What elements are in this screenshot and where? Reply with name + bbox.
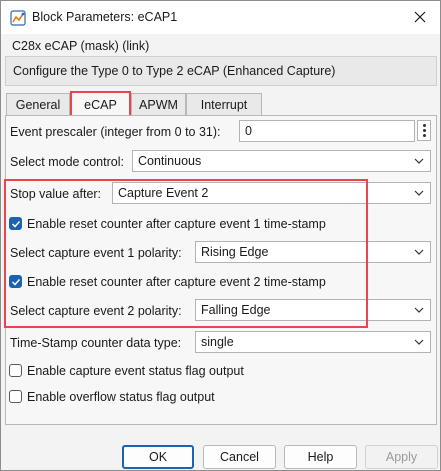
event-prescaler-label: Event prescaler (integer from 0 to 31):: [10, 125, 221, 139]
mask-description: Configure the Type 0 to Type 2 eCAP (Enh…: [13, 64, 336, 78]
mode-control-label: Select mode control:: [10, 155, 124, 169]
help-button[interactable]: Help: [284, 445, 357, 469]
description-box: Configure the Type 0 to Type 2 eCAP (Enh…: [5, 56, 437, 86]
ok-label: OK: [148, 450, 168, 464]
reset-counter-2-label: Enable reset counter after capture event…: [27, 275, 326, 289]
chevron-down-icon: [414, 249, 424, 255]
timestamp-type-label: Time-Stamp counter data type:: [10, 336, 182, 350]
apply-button[interactable]: Apply: [365, 445, 438, 469]
polarity-2-value: Falling Edge: [201, 303, 271, 317]
timestamp-type-dropdown[interactable]: single: [195, 331, 431, 353]
chevron-down-icon: [414, 190, 424, 196]
mask-title: C28x eCAP (mask) (link): [12, 39, 150, 53]
close-button[interactable]: [402, 3, 438, 31]
ok-button[interactable]: OK: [122, 445, 194, 469]
tab-label: eCAP: [84, 97, 117, 112]
polarity-2-label: Select capture event 2 polarity:: [10, 304, 182, 318]
stop-value-value: Capture Event 2: [118, 186, 209, 200]
stop-value-label: Stop value after:: [10, 187, 102, 201]
tab-ecap[interactable]: eCAP: [70, 91, 131, 116]
tab-label: General: [15, 98, 61, 112]
cancel-button[interactable]: Cancel: [203, 445, 276, 469]
polarity-1-value: Rising Edge: [201, 245, 269, 259]
status-flag-checkbox[interactable]: [9, 364, 22, 377]
status-flag-label: Enable capture event status flag output: [27, 364, 244, 378]
mode-control-dropdown[interactable]: Continuous: [132, 150, 431, 172]
polarity-1-label: Select capture event 1 polarity:: [10, 246, 182, 260]
close-icon: [414, 11, 426, 23]
kebab-dot-icon: [422, 129, 426, 132]
event-prescaler-value: 0: [245, 124, 252, 138]
tab-label: Interrupt: [200, 98, 248, 112]
checkmark-icon: [11, 278, 21, 286]
polarity-2-dropdown[interactable]: Falling Edge: [195, 299, 431, 321]
reset-counter-1-label: Enable reset counter after capture event…: [27, 217, 326, 231]
event-prescaler-input[interactable]: 0: [239, 120, 415, 142]
reset-counter-1-checkbox[interactable]: [9, 217, 22, 230]
timestamp-type-value: single: [201, 335, 234, 349]
checkmark-icon: [11, 220, 21, 228]
cancel-label: Cancel: [220, 450, 259, 464]
polarity-1-dropdown[interactable]: Rising Edge: [195, 241, 431, 263]
title-bar: Block Parameters: eCAP1: [1, 1, 440, 34]
chevron-down-icon: [414, 158, 424, 164]
overflow-flag-label: Enable overflow status flag output: [27, 390, 215, 404]
stop-value-dropdown[interactable]: Capture Event 2: [112, 182, 431, 204]
mode-control-value: Continuous: [138, 154, 202, 168]
kebab-dot-icon: [422, 124, 426, 127]
window-title: Block Parameters: eCAP1: [32, 10, 178, 24]
reset-counter-2-checkbox[interactable]: [9, 275, 22, 288]
simulink-icon: [10, 10, 26, 26]
kebab-dot-icon: [422, 134, 426, 137]
help-label: Help: [307, 450, 334, 464]
chevron-down-icon: [414, 307, 424, 313]
tab-apwm[interactable]: APWM: [131, 93, 186, 116]
chevron-down-icon: [414, 339, 424, 345]
more-options-button[interactable]: [417, 120, 431, 141]
tab-interrupt[interactable]: Interrupt: [186, 93, 262, 116]
tab-general[interactable]: General: [6, 93, 70, 116]
block-parameters-dialog: Block Parameters: eCAP1 C28x eCAP (mask)…: [0, 0, 441, 471]
overflow-flag-checkbox[interactable]: [9, 390, 22, 403]
tab-label: APWM: [139, 98, 178, 112]
apply-label: Apply: [385, 450, 418, 464]
